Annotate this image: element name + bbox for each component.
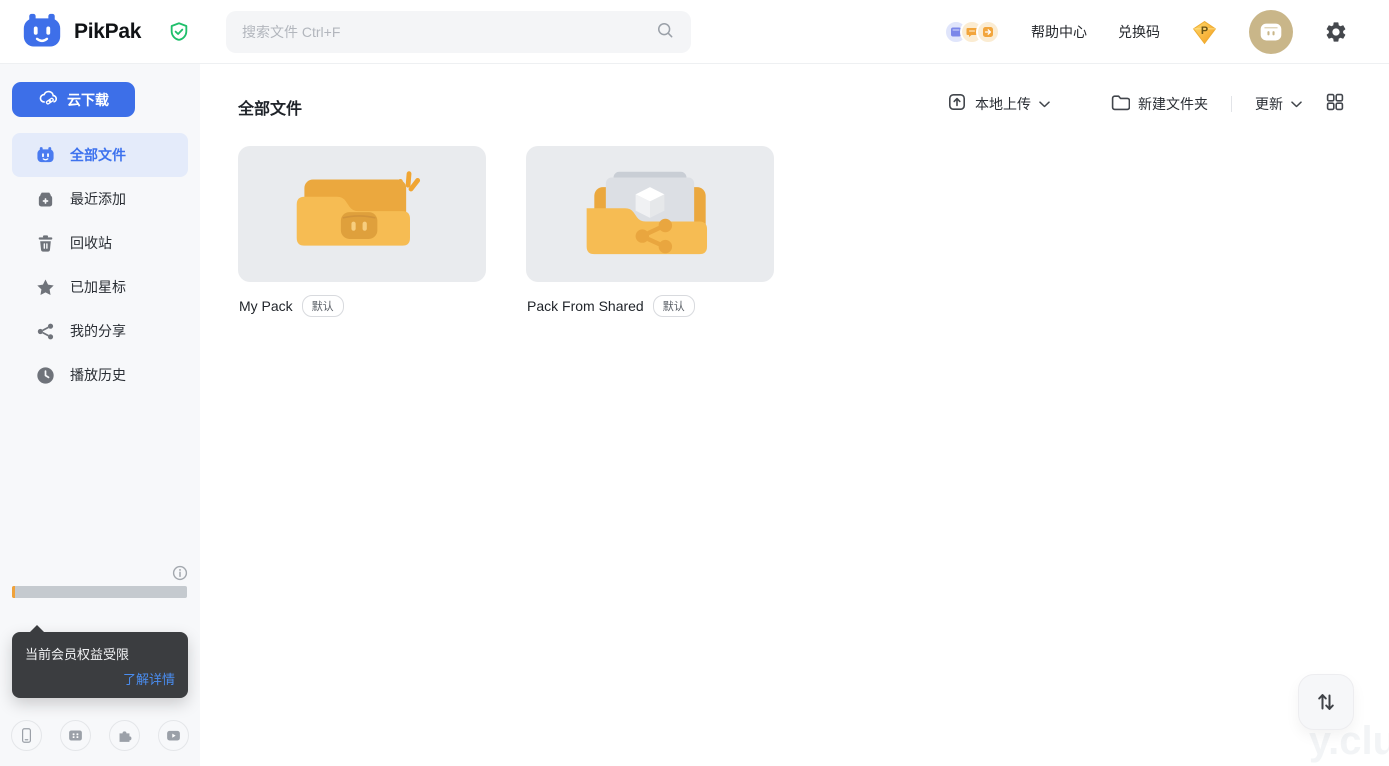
sidebar-menu: 全部文件 最近添加 <box>0 133 200 397</box>
folder-thumbnail[interactable] <box>238 146 486 282</box>
folder-name[interactable]: My Pack <box>239 298 293 314</box>
folder-caption: My Pack 默认 <box>238 295 486 317</box>
user-avatar[interactable] <box>1249 10 1293 54</box>
pikpak-app: PikPak <box>0 0 1389 766</box>
trash-icon <box>36 234 55 253</box>
search-bar[interactable] <box>226 11 691 53</box>
settings-gear-icon[interactable] <box>1324 20 1348 44</box>
sort-label: 更新 <box>1255 94 1283 114</box>
grid-view-icon <box>1325 92 1345 117</box>
sidebar-item-label: 回收站 <box>70 233 112 253</box>
pack-from-shared-folder-illustration <box>571 166 729 262</box>
top-header: PikPak <box>0 0 1389 64</box>
new-folder-label: 新建文件夹 <box>1138 94 1208 114</box>
local-upload-button[interactable]: 本地上传 <box>947 92 1050 117</box>
sidebar-item-all-files[interactable]: 全部文件 <box>12 133 188 177</box>
storage-quota-used <box>12 586 15 598</box>
folder-card-pack-from-shared: Pack From Shared 默认 <box>526 146 774 317</box>
mobile-app-icon[interactable] <box>11 720 42 751</box>
up-down-arrows-icon <box>1313 689 1339 715</box>
local-upload-label: 本地上传 <box>975 94 1031 114</box>
storage-quota-bar <box>12 586 187 598</box>
help-center-link[interactable]: 帮助中心 <box>1031 22 1087 42</box>
header-actions: 帮助中心 兑换码 P <box>944 0 1348 64</box>
folder-grid: My Pack 默认 <box>238 146 774 317</box>
pikpak-logo-icon[interactable] <box>22 12 62 52</box>
toolbar-divider <box>1231 96 1232 112</box>
sidebar-footer-apps <box>0 720 200 751</box>
transfer-tasks-button[interactable] <box>1298 674 1354 730</box>
learn-more-link[interactable]: 了解详情 <box>123 669 175 688</box>
sidebar: 云下载 全部文件 <box>0 64 200 766</box>
all-files-icon <box>36 146 55 165</box>
sidebar-item-trash[interactable]: 回收站 <box>12 221 188 265</box>
tv-box-app-icon[interactable] <box>60 720 91 751</box>
redeem-code-link[interactable]: 兑换码 <box>1118 22 1160 42</box>
sidebar-item-label: 播放历史 <box>70 365 126 385</box>
share-icon <box>36 322 55 341</box>
grid-view-button[interactable] <box>1325 92 1345 117</box>
browser-extension-icon[interactable] <box>109 720 140 751</box>
folder-thumbnail[interactable] <box>526 146 774 282</box>
toolbar: 本地上传 新建文件夹 更新 <box>947 92 1345 116</box>
recent-added-icon <box>36 190 55 209</box>
sidebar-item-recent[interactable]: 最近添加 <box>12 177 188 221</box>
default-badge: 默认 <box>302 295 344 317</box>
cloud-link-icon <box>38 89 59 110</box>
chevron-down-icon <box>1291 95 1302 113</box>
video-channel-icon[interactable] <box>158 720 189 751</box>
history-clock-icon <box>36 366 55 385</box>
main-content: 全部文件 本地上传 <box>200 64 1389 766</box>
upload-icon <box>947 92 967 117</box>
security-shield-icon[interactable] <box>168 21 190 43</box>
search-input[interactable] <box>242 24 655 40</box>
new-folder-button[interactable]: 新建文件夹 <box>1110 92 1208 117</box>
folder-icon <box>1110 92 1130 117</box>
membership-tooltip: 当前会员权益受限 了解详情 <box>12 632 188 698</box>
sidebar-item-label: 最近添加 <box>70 189 126 209</box>
sidebar-item-my-shares[interactable]: 我的分享 <box>12 309 188 353</box>
my-pack-folder-illustration <box>283 166 441 262</box>
promo-arrow-icon[interactable] <box>976 20 1000 44</box>
brand-name: PikPak <box>74 0 141 64</box>
sidebar-item-label: 我的分享 <box>70 321 126 341</box>
sidebar-item-play-history[interactable]: 播放历史 <box>12 353 188 397</box>
folder-card-my-pack: My Pack 默认 <box>238 146 486 317</box>
folder-caption: Pack From Shared 默认 <box>526 295 774 317</box>
folder-name[interactable]: Pack From Shared <box>527 298 644 314</box>
default-badge: 默认 <box>653 295 695 317</box>
tooltip-message: 当前会员权益受限 <box>25 644 175 663</box>
sidebar-item-label: 全部文件 <box>70 145 126 165</box>
cloud-download-button[interactable]: 云下载 <box>12 82 135 117</box>
sidebar-item-label: 已加星标 <box>70 277 126 297</box>
premium-gem-badge[interactable]: P <box>1191 20 1218 45</box>
page-title: 全部文件 <box>238 95 302 119</box>
cloud-download-label: 云下载 <box>67 90 109 110</box>
star-icon <box>36 278 55 297</box>
premium-letter: P <box>1201 25 1208 37</box>
sidebar-item-starred[interactable]: 已加星标 <box>12 265 188 309</box>
sort-by-button[interactable]: 更新 <box>1255 94 1302 114</box>
chevron-down-icon <box>1039 95 1050 113</box>
search-icon[interactable] <box>655 20 675 45</box>
promo-apps-cluster[interactable] <box>944 20 1000 44</box>
quota-info-icon[interactable] <box>172 565 188 581</box>
